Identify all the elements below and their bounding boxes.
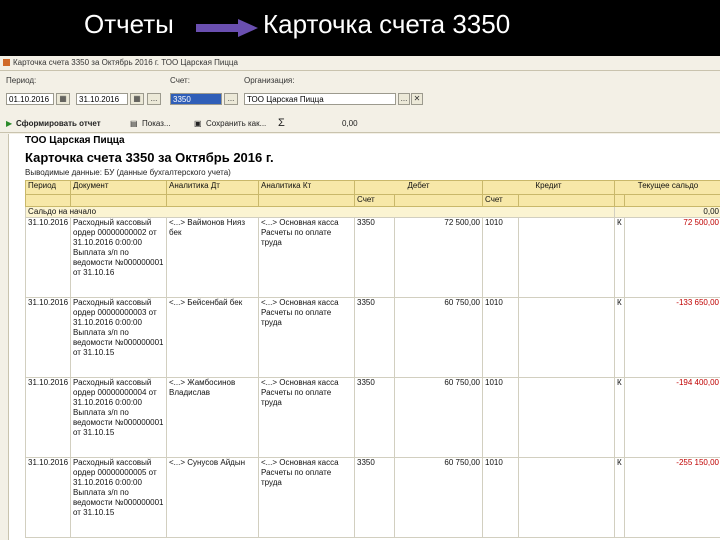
slide-title-reports: Отчеты [84, 9, 174, 39]
row-amount: 60 750,00 [394, 377, 483, 458]
report-document: ТОО Царская Пицца Карточка счета 3350 за… [8, 134, 720, 540]
col-debit: Дебет [354, 180, 483, 195]
row-analytics-dt: <...> Сунусов Айдын [166, 457, 259, 538]
row-balance: -255 150,00 [624, 457, 720, 538]
period-label: Период: [6, 76, 37, 85]
col-credit: Кредит [482, 180, 615, 195]
table-row[interactable]: 31.10.2016 Расходный кассовый ордер 0000… [25, 457, 720, 538]
slide-header: Отчеты Карточка счета 3350 [0, 0, 720, 52]
report-window: Карточка счета 3350 за Октябрь 2016 г. Т… [0, 56, 720, 540]
show-icon: ▤ [130, 119, 138, 128]
account-label: Счет: [170, 76, 190, 85]
org-clear-button[interactable]: ✕ [411, 93, 423, 105]
row-credit-account: 1010 [482, 217, 519, 298]
col-credit-account: Счет [482, 194, 519, 207]
row-debit-account: 3350 [354, 297, 395, 378]
row-debit-account: 3350 [354, 377, 395, 458]
row-analytics-dt: <...> Жамбосинов Владислав [166, 377, 259, 458]
calendar-from-button[interactable]: ▦ [56, 93, 70, 105]
row-credit-account: 1010 [482, 297, 519, 378]
period-select-button[interactable]: ... [147, 93, 161, 105]
row-analytics-dt: <...> Бейсенбай бек [166, 297, 259, 378]
row-analytics-kt: <...> Основная касса Расчеты по оплате т… [258, 217, 355, 298]
table-row[interactable]: 31.10.2016 Расходный кассовый ордер 0000… [25, 217, 720, 298]
account-input[interactable]: 3350 [170, 93, 222, 105]
row-date: 31.10.2016 [25, 457, 71, 538]
account-select-button[interactable]: ... [224, 93, 238, 105]
row-balance: -194 400,00 [624, 377, 720, 458]
row-analytics-kt: <...> Основная касса Расчеты по оплате т… [258, 297, 355, 378]
row-document[interactable]: Расходный кассовый ордер 00000000005 от … [70, 457, 167, 538]
show-button[interactable]: Показ... [142, 119, 171, 128]
opening-balance-label: Сальдо на начало [25, 206, 615, 218]
col-analytics-kt: Аналитика Кт [258, 180, 355, 195]
col-debit-account: Счет [354, 194, 395, 207]
report-subtitle: Выводимые данные: БУ (данные бухгалтерск… [25, 168, 231, 177]
report-title: Карточка счета 3350 за Октябрь 2016 г. [25, 150, 274, 165]
org-input[interactable]: ТОО Царская Пицца [244, 93, 396, 105]
col-balance: Текущее сальдо [614, 180, 720, 195]
window-titlebar: Карточка счета 3350 за Октябрь 2016 г. Т… [0, 56, 720, 71]
col-document: Документ [70, 180, 167, 195]
row-credit-account: 1010 [482, 377, 519, 458]
row-amount: 60 750,00 [394, 297, 483, 378]
row-direction: К [614, 377, 625, 458]
row-balance: 72 500,00 [624, 217, 720, 298]
row-direction: К [614, 457, 625, 538]
row-amount: 60 750,00 [394, 457, 483, 538]
row-direction: К [614, 217, 625, 298]
org-label: Организация: [244, 76, 295, 85]
report-org: ТОО Царская Пицца [25, 135, 125, 146]
sum-value: 0,00 [342, 119, 358, 128]
org-select-button[interactable]: ... [398, 93, 410, 105]
row-direction: К [614, 297, 625, 378]
row-date: 31.10.2016 [25, 217, 71, 298]
row-date: 31.10.2016 [25, 377, 71, 458]
row-debit-account: 3350 [354, 217, 395, 298]
row-balance: -133 650,00 [624, 297, 720, 378]
window-title: Карточка счета 3350 за Октябрь 2016 г. Т… [13, 58, 238, 67]
generate-report-button[interactable]: Сформировать отчет [16, 119, 101, 128]
date-to-input[interactable]: 31.10.2016 [76, 93, 128, 105]
row-document[interactable]: Расходный кассовый ордер 00000000003 от … [70, 297, 167, 378]
arrow-right-icon [196, 19, 258, 37]
row-date: 31.10.2016 [25, 297, 71, 378]
calendar-to-button[interactable]: ▦ [130, 93, 144, 105]
report-icon [3, 59, 10, 66]
sum-icon[interactable]: Σ [278, 117, 285, 129]
row-debit-account: 3350 [354, 457, 395, 538]
opening-balance-value: 0,00 [614, 206, 720, 218]
col-period: Период [25, 180, 71, 195]
slide-title-account-card: Карточка счета 3350 [263, 9, 511, 39]
row-analytics-kt: <...> Основная касса Расчеты по оплате т… [258, 377, 355, 458]
report-table: Период Документ Аналитика Дт Аналитика К… [25, 180, 720, 538]
row-analytics-kt: <...> Основная касса Расчеты по оплате т… [258, 457, 355, 538]
row-analytics-dt: <...> Ваймонов Нияз бек [166, 217, 259, 298]
save-as-button[interactable]: Сохранить как... [206, 119, 266, 128]
date-from-input[interactable]: 01.10.2016 [6, 93, 54, 105]
row-document[interactable]: Расходный кассовый ордер 00000000002 от … [70, 217, 167, 298]
table-row[interactable]: 31.10.2016 Расходный кассовый ордер 0000… [25, 297, 720, 378]
play-icon: ▶ [6, 119, 13, 128]
row-credit-account: 1010 [482, 457, 519, 538]
report-toolbar: ▶ Сформировать отчет ▤ Показ... ▣ Сохран… [0, 116, 720, 133]
row-document[interactable]: Расходный кассовый ордер 00000000004 от … [70, 377, 167, 458]
save-icon: ▣ [194, 119, 202, 128]
row-amount: 72 500,00 [394, 217, 483, 298]
col-analytics-dt: Аналитика Дт [166, 180, 259, 195]
table-row[interactable]: 31.10.2016 Расходный кассовый ордер 0000… [25, 377, 720, 458]
